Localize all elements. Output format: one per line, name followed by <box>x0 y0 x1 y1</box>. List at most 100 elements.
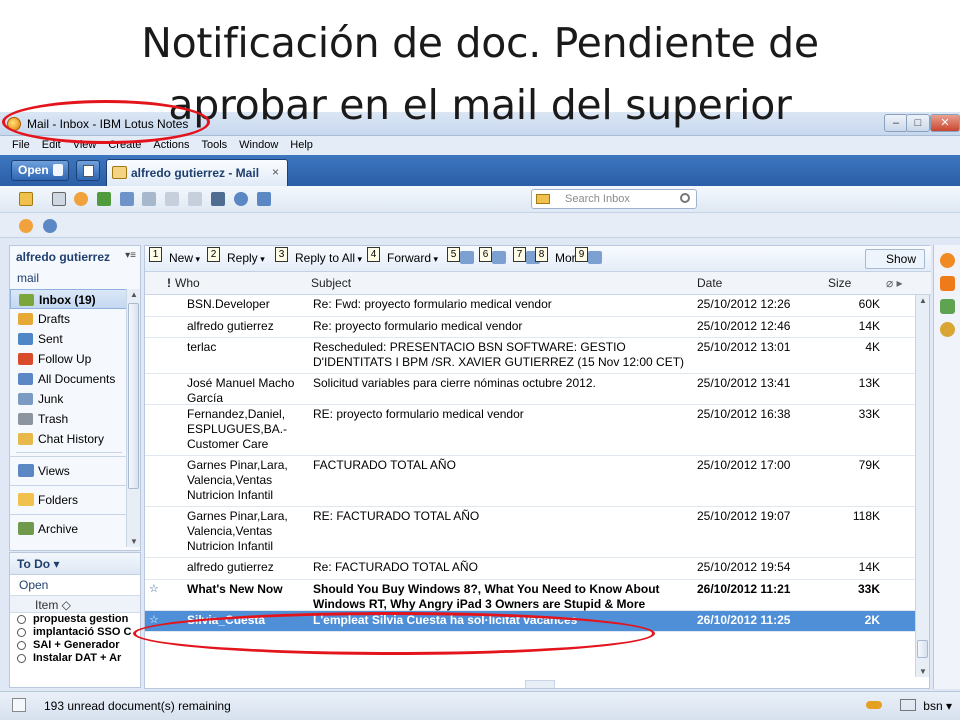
new-memo-icon[interactable] <box>19 192 33 206</box>
action-icon-9[interactable] <box>575 251 602 265</box>
sidebar-item-drafts[interactable]: Drafts <box>10 309 128 329</box>
feeds-icon[interactable] <box>940 276 955 291</box>
bookmark-icon[interactable] <box>142 192 156 206</box>
todo-priority-icon <box>17 654 26 663</box>
location-selector[interactable]: bsn ▾ <box>923 699 952 713</box>
scroll-down-icon[interactable]: ▼ <box>130 537 138 546</box>
action-forward[interactable]: Forward ▾ <box>387 251 438 265</box>
print-icon[interactable] <box>52 192 66 206</box>
todo-item[interactable]: implantació SSO C <box>10 626 140 639</box>
sidebar-item-chat-history[interactable]: Chat History <box>10 429 128 449</box>
navigator-scrollbar[interactable]: ▲ ▼ <box>126 289 140 547</box>
show-button[interactable]: Show <box>865 249 925 269</box>
todo-dropdown-icon[interactable]: ▾ <box>50 557 59 571</box>
email-row[interactable]: Garnes Pinar,Lara, Valencia,Ventas Nutri… <box>145 507 915 558</box>
calendar-icon[interactable] <box>940 299 955 314</box>
sidebar-item-trash[interactable]: Trash <box>10 409 128 429</box>
importance-column-icon[interactable]: ! <box>167 276 171 290</box>
todo-header[interactable]: To Do ▾ <box>10 553 140 575</box>
column-date[interactable]: Date <box>697 276 722 290</box>
menu-help[interactable]: Help <box>290 139 313 151</box>
list-scroll-down-icon[interactable]: ▼ <box>919 667 927 676</box>
back-icon[interactable] <box>120 192 134 206</box>
todo-item-column[interactable]: Item ◇ <box>10 595 140 613</box>
sidebar-item-all-documents[interactable]: All Documents <box>10 369 128 389</box>
search-field[interactable]: Search Inbox <box>531 189 697 209</box>
pages-button[interactable] <box>76 160 100 181</box>
action-label: Reply to All <box>295 251 356 265</box>
action-reply[interactable]: Reply ▾ <box>227 251 265 265</box>
email-date: 26/10/2012 11:25 <box>697 613 791 627</box>
search-scope-icon[interactable] <box>536 194 550 204</box>
email-subject: FACTURADO TOTAL AÑO <box>313 458 456 472</box>
action-new[interactable]: New ▾ <box>169 251 200 265</box>
sidebar-item-label: Inbox (19) <box>39 293 96 307</box>
attachment-column-icon[interactable]: ⌀ ▸ <box>886 276 903 290</box>
menu-window[interactable]: Window <box>239 139 278 151</box>
email-row[interactable]: alfredo gutierrez Re: proyecto formulario… <box>145 317 915 338</box>
replicate-icon[interactable] <box>257 192 271 206</box>
stop-loading-icon[interactable] <box>19 219 33 233</box>
menu-tools[interactable]: Tools <box>201 139 227 151</box>
email-row[interactable]: BSN.Developer Re: Fwd: proyecto formulari… <box>145 295 915 317</box>
reload-icon[interactable] <box>43 219 57 233</box>
scroll-up-icon[interactable]: ▲ <box>130 290 138 299</box>
online-status-icon[interactable] <box>900 699 916 711</box>
todo-item[interactable]: Instalar DAT + Ar <box>10 652 140 665</box>
email-row[interactable]: terlac Rescheduled: PRESENTACIO BSN SOFTW… <box>145 338 915 374</box>
email-subject: RE: FACTURADO TOTAL AÑO <box>313 509 480 523</box>
sidebar-group-archive[interactable]: Archive <box>10 514 128 543</box>
menu-view[interactable]: View <box>73 139 97 151</box>
sidebar-item-sent[interactable]: Sent <box>10 329 128 349</box>
menu-create[interactable]: Create <box>108 139 141 151</box>
sametime-icon[interactable] <box>940 253 955 268</box>
email-row[interactable]: Fernandez,Daniel, ESPLUGUES,BA.-Customer… <box>145 405 915 456</box>
stop-icon[interactable] <box>74 192 88 206</box>
navigator-scroll-thumb[interactable] <box>128 303 139 489</box>
archive-icon <box>18 522 34 535</box>
menu-edit[interactable]: Edit <box>42 139 61 151</box>
sidebar-group-views[interactable]: Views <box>10 456 128 485</box>
find-icon[interactable] <box>211 192 225 206</box>
sidebar-item-follow-up[interactable]: Follow Up <box>10 349 128 369</box>
action-reply-to-all[interactable]: Reply to All ▾ <box>295 251 362 265</box>
action-icon-6[interactable] <box>479 251 506 265</box>
email-row[interactable]: What's New Now Should You Buy Windows 8?,… <box>145 580 915 611</box>
todo-item-label: Instalar DAT + Ar <box>33 652 122 664</box>
action-icon-5[interactable] <box>447 251 474 265</box>
todo-item[interactable]: propuesta gestion <box>10 613 140 626</box>
tab-close-icon[interactable]: × <box>272 165 279 179</box>
status-panel-icon[interactable] <box>12 698 26 712</box>
todo-item[interactable]: SAI + Generador <box>10 639 140 652</box>
email-size: 14K <box>858 560 880 574</box>
list-scroll-thumb[interactable] <box>917 640 928 658</box>
tab-mail[interactable]: alfredo gutierrez - Mail × <box>106 159 288 186</box>
email-row[interactable]: Garnes Pinar,Lara, Valencia,Ventas Nutri… <box>145 456 915 507</box>
forward-icon[interactable] <box>97 192 111 206</box>
menu-file[interactable]: File <box>12 139 30 151</box>
menu-actions[interactable]: Actions <box>153 139 189 151</box>
message-list-scrollbar[interactable]: ▲ ▼ <box>915 295 929 677</box>
mail-navigator: alfredo gutierrez ▾≡ mail Inbox (19) Draf… <box>9 245 141 551</box>
column-who[interactable]: Who <box>175 276 200 290</box>
sidebar-group-folders[interactable]: Folders <box>10 485 128 514</box>
refresh-icon[interactable] <box>234 192 248 206</box>
column-size[interactable]: Size <box>828 276 851 290</box>
email-row[interactable]: alfredo gutierrez Re: FACTURADO TOTAL AÑO… <box>145 558 915 580</box>
sent-icon <box>18 333 33 345</box>
navigator-menu-icon[interactable]: ▾≡ <box>125 250 136 261</box>
email-row[interactable]: Silvia_Cuesta L'empleat Silvia Cuesta ha … <box>145 611 915 632</box>
email-date: 25/10/2012 13:01 <box>697 340 791 354</box>
email-row[interactable]: José Manuel Macho García Solicitud variab… <box>145 374 915 405</box>
search-icon[interactable] <box>680 193 690 203</box>
preview-pane-grip[interactable] <box>525 680 555 688</box>
cut-icon[interactable] <box>165 192 179 206</box>
sidebar-item-junk[interactable]: Junk <box>10 389 128 409</box>
copy-icon[interactable] <box>188 192 202 206</box>
open-button[interactable]: Open <box>11 160 69 181</box>
list-scroll-up-icon[interactable]: ▲ <box>919 296 927 305</box>
sidebar-item-inbox[interactable]: Inbox (19) <box>10 289 128 309</box>
column-subject[interactable]: Subject <box>311 276 351 290</box>
email-size: 4K <box>865 340 880 354</box>
activities-icon[interactable] <box>940 322 955 337</box>
